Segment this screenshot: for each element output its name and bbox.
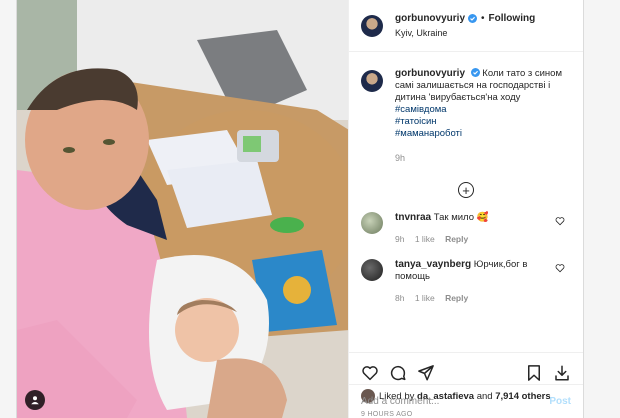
comment-text: Так мило 🥰 bbox=[433, 212, 489, 223]
comment-item: tanya_vaynberg Юрчик,бог в помощь 8h 1 l… bbox=[361, 259, 571, 304]
comment-username[interactable]: tnvnraa bbox=[395, 212, 431, 223]
comments-area: gorbunovyuriy Коли тато з сином самі зал… bbox=[349, 52, 583, 352]
comment-avatar[interactable] bbox=[361, 212, 383, 234]
caption-time[interactable]: 9h bbox=[395, 152, 571, 164]
author-username[interactable]: gorbunovyuriy bbox=[395, 12, 465, 26]
heart-icon[interactable] bbox=[361, 364, 379, 382]
separator-dot: • bbox=[481, 12, 485, 24]
author-avatar[interactable] bbox=[361, 14, 383, 37]
post-dialog: gorbunovyuriy • Following Kyiv, Ukraine … bbox=[16, 0, 584, 418]
load-more-comments-button[interactable]: + bbox=[361, 182, 571, 198]
heart-icon[interactable] bbox=[555, 263, 565, 273]
following-button[interactable]: Following bbox=[489, 12, 536, 26]
hashtag-link[interactable]: #татоісин bbox=[395, 116, 571, 128]
verified-badge-icon bbox=[468, 14, 478, 23]
comment-likes[interactable]: 1 like bbox=[415, 234, 435, 244]
download-icon[interactable] bbox=[553, 364, 571, 382]
post-sidebar: gorbunovyuriy • Following Kyiv, Ukraine … bbox=[348, 0, 583, 418]
add-comment-bar: Post bbox=[349, 384, 583, 418]
post-caption: gorbunovyuriy Коли тато з сином самі зал… bbox=[361, 68, 571, 164]
reply-button[interactable]: Reply bbox=[445, 234, 468, 244]
author-info: gorbunovyuriy • Following Kyiv, Ukraine bbox=[395, 12, 535, 40]
share-icon[interactable] bbox=[417, 364, 435, 382]
caption-username[interactable]: gorbunovyuriy bbox=[395, 68, 465, 79]
comment-username[interactable]: tanya_vaynberg bbox=[395, 259, 471, 270]
comment-icon[interactable] bbox=[389, 364, 407, 382]
caption-avatar[interactable] bbox=[361, 70, 383, 92]
comment-meta: 9h 1 like Reply bbox=[395, 233, 545, 245]
reply-button[interactable]: Reply bbox=[445, 293, 468, 303]
bookmark-icon[interactable] bbox=[525, 364, 543, 382]
user-tag-icon[interactable] bbox=[25, 390, 45, 410]
load-more-icon[interactable]: + bbox=[458, 182, 474, 198]
post-location[interactable]: Kyiv, Ukraine bbox=[395, 26, 535, 40]
post-photo[interactable] bbox=[17, 0, 348, 418]
comment-time[interactable]: 8h bbox=[395, 293, 404, 303]
action-icons bbox=[361, 361, 571, 385]
add-comment-input[interactable] bbox=[361, 396, 550, 407]
photo-illustration bbox=[17, 0, 348, 418]
verified-badge-icon bbox=[470, 68, 480, 77]
comment-item: tnvnraa Так мило 🥰 9h 1 like Reply bbox=[361, 212, 571, 245]
post-header: gorbunovyuriy • Following Kyiv, Ukraine bbox=[349, 0, 583, 52]
comment-likes[interactable]: 1 like bbox=[415, 293, 435, 303]
hashtag-link[interactable]: #маманароботі bbox=[395, 128, 571, 140]
comment-avatar[interactable] bbox=[361, 259, 383, 281]
comment-meta: 8h 1 like Reply bbox=[395, 292, 545, 304]
post-comment-button[interactable]: Post bbox=[549, 396, 571, 407]
comment-time[interactable]: 9h bbox=[395, 234, 404, 244]
hashtag-link[interactable]: #самівдома bbox=[395, 104, 571, 116]
heart-icon[interactable] bbox=[555, 216, 565, 226]
